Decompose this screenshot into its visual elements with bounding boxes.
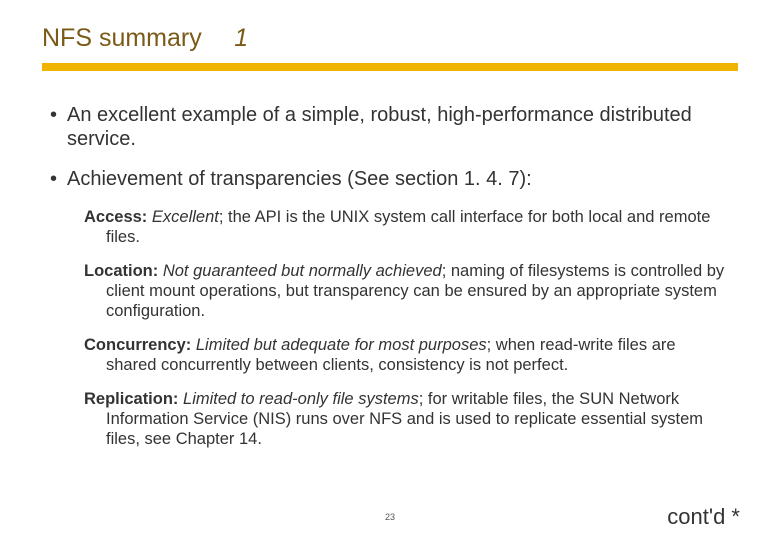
sub-item-annotation: Not guaranteed but normally achieved <box>158 262 441 280</box>
slide-title-number: 1 <box>234 24 248 52</box>
bullet-dot-icon: • <box>50 167 57 191</box>
slide: NFS summary 1 • An excellent example of … <box>0 0 780 540</box>
content-area: • An excellent example of a simple, robu… <box>0 71 780 449</box>
sub-item-annotation: Limited to read-only file systems <box>178 390 418 408</box>
bullet-item: • An excellent example of a simple, robu… <box>50 103 730 151</box>
title-row: NFS summary 1 <box>0 0 780 59</box>
sub-item-annotation: Limited but adequate for most purposes <box>191 336 486 354</box>
asterisk-icon: * <box>725 504 740 529</box>
continued-label: cont'd * <box>667 504 740 530</box>
title-underline <box>42 63 738 71</box>
sub-item-location: Location: Not guaranteed but normally ac… <box>84 261 730 321</box>
bullet-text: Achievement of transparencies (See secti… <box>67 167 532 191</box>
sub-item-lead: Concurrency: <box>84 336 191 354</box>
sub-list: Access: Excellent; the API is the UNIX s… <box>84 207 730 449</box>
sub-item-annotation: Excellent <box>147 208 219 226</box>
bullet-text: An excellent example of a simple, robust… <box>67 103 730 151</box>
sub-item-lead: Access: <box>84 208 147 226</box>
slide-title: NFS summary <box>42 24 202 52</box>
page-number: 23 <box>0 512 780 522</box>
sub-item-lead: Location: <box>84 262 158 280</box>
sub-item-concurrency: Concurrency: Limited but adequate for mo… <box>84 335 730 375</box>
sub-item-access: Access: Excellent; the API is the UNIX s… <box>84 207 730 247</box>
bullet-dot-icon: • <box>50 103 57 151</box>
sub-item-replication: Replication: Limited to read-only file s… <box>84 389 730 449</box>
sub-item-lead: Replication: <box>84 390 178 408</box>
bullet-item: • Achievement of transparencies (See sec… <box>50 167 730 191</box>
continued-text: cont'd <box>667 504 725 529</box>
